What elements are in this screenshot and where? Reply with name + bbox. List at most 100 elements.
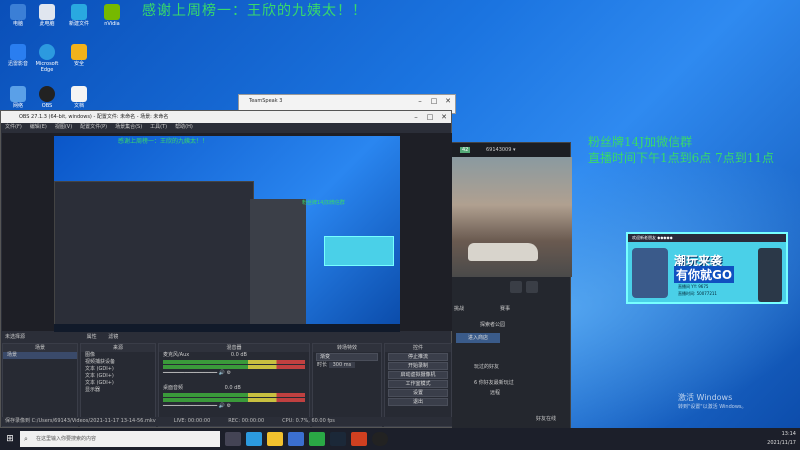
source-item[interactable]: 图像: [81, 352, 155, 359]
game-item: 6 你好友最新玩过: [474, 380, 514, 386]
search-icon: ⌕: [24, 435, 28, 443]
source-item[interactable]: 显示器: [81, 387, 155, 394]
mic-label: 麦克风/Aux: [163, 352, 190, 358]
filters-button[interactable]: 滤镜: [108, 334, 118, 340]
taskbar-search[interactable]: ⌕ 在这里输入你要搜索的内容: [20, 431, 220, 447]
minimize-icon[interactable]: –: [409, 111, 423, 123]
sources-dock: 来源 图像 视频捕获设备 文本 (GDI+) 文本 (GDI+) 文本 (GDI…: [80, 343, 156, 427]
scenes-header: 场景: [3, 344, 77, 352]
desktop-icon-label: 新建文件: [68, 21, 89, 27]
desktop-icon-label: nVidia: [104, 21, 120, 27]
level-badge: 42: [460, 147, 471, 153]
duration-label: 时长: [317, 362, 328, 368]
sources-header: 来源: [81, 344, 155, 352]
menu-file[interactable]: 文件(F): [5, 123, 22, 132]
duration-input[interactable]: 300 ms: [328, 362, 356, 368]
properties-button[interactable]: 属性: [87, 334, 97, 340]
star-icon[interactable]: [526, 281, 538, 293]
menu-profile[interactable]: 配置文件(P): [80, 123, 107, 132]
app-icon[interactable]: [351, 432, 367, 446]
obs-statusbar: 保存录像到 C:/Users/69143/Videos/2021-11-17 1…: [2, 417, 452, 426]
source-item[interactable]: 文本 (GDI+): [81, 373, 155, 380]
transitions-dock: 转场特效 渐变 时长 300 ms: [312, 343, 382, 427]
controls-dock: 控件 停止推流 开始录制 启动虚拟摄像机 工作室模式 设置 退出: [384, 343, 452, 427]
close-icon[interactable]: ✕: [441, 95, 455, 107]
menu-view[interactable]: 视图(V): [55, 123, 72, 132]
banner-top: 欢迎新老朋友 ◆◆◆◆◆: [628, 234, 786, 242]
start-recording-button[interactable]: 开始录制: [388, 362, 448, 370]
transition-select[interactable]: 渐变: [316, 353, 378, 361]
source-item[interactable]: 文本 (GDI+): [81, 366, 155, 373]
game-item[interactable]: 探索者公园: [480, 321, 505, 328]
source-item[interactable]: 文本 (GDI+): [81, 380, 155, 387]
nested-overlay-title: 感谢上周榜一：王欣的九姨太！！: [118, 138, 209, 145]
menu-edit[interactable]: 编辑(E): [30, 123, 47, 132]
minimize-icon[interactable]: –: [413, 95, 427, 107]
desktop-icon-label: 电脑: [12, 21, 23, 27]
overlay-side-line: 粉丝牌14J加微信群: [588, 135, 693, 149]
activate-windows: 激活 Windows 转到"设置"以激活 Windows。: [678, 392, 747, 410]
obs-icon[interactable]: [372, 432, 388, 446]
system-tray[interactable]: 13:14 2021/11/17: [767, 430, 796, 448]
rec-timer: REC: 00:00:00: [228, 418, 265, 424]
game-window[interactable]: 42 69143009 ▾ 挑战 赛事 探索者公园 进入商店 玩过的好友 6 你…: [449, 142, 572, 434]
maximize-icon[interactable]: □: [427, 95, 441, 107]
mic-meter: [163, 360, 305, 364]
duration-row: 时长 300 ms: [313, 362, 381, 369]
exit-button[interactable]: 退出: [388, 398, 448, 406]
studio-mode-button[interactable]: 工作室模式: [388, 380, 448, 388]
clock-time: 13:14: [781, 431, 796, 437]
overlay-title: 感谢上周榜一：王欣的九姨太！！: [142, 3, 367, 19]
desktop-icon-edge[interactable]: Microsoft Edge: [30, 44, 64, 73]
settings-icon[interactable]: [510, 281, 522, 293]
controls-header: 控件: [385, 344, 451, 352]
desktop-audio-label: 桌面音频: [163, 385, 184, 391]
nested-game: [250, 199, 306, 329]
activate-title: 激活 Windows: [678, 393, 733, 402]
task-view-icon[interactable]: [225, 432, 241, 446]
desktop-icon-label: 此电脑: [39, 21, 55, 27]
desktop-icon-security[interactable]: 安全: [62, 44, 96, 67]
scene-item[interactable]: 场景: [3, 352, 77, 359]
store-icon[interactable]: [288, 432, 304, 446]
obs-menubar: 文件(F) 编辑(E) 视图(V) 配置文件(P) 场景集合(S) 工具(T) …: [1, 123, 451, 132]
banner-line: 直播间 YY: 9675: [678, 284, 709, 289]
menu-scene-collection[interactable]: 场景集合(S): [115, 123, 142, 132]
desktop-icon-obs[interactable]: OBS: [30, 86, 64, 109]
explorer-icon[interactable]: [267, 432, 283, 446]
volume-slider[interactable]: ━━━━━━━━━━━━━━━━━━ 🔊 ⚙: [159, 370, 309, 377]
desktop-icon-this-pc[interactable]: 此电脑: [30, 4, 64, 27]
promo-banner: 欢迎新老朋友 ◆◆◆◆◆ 潮玩来袭 有你就GO 直播间 YY: 9675 直播时…: [626, 232, 788, 304]
virtual-camera-button[interactable]: 启动虚拟摄像机: [388, 371, 448, 379]
source-item[interactable]: 视频捕获设备: [81, 359, 155, 366]
store-button[interactable]: 进入商店: [456, 333, 500, 343]
live-timer: LIVE: 00:00:00: [173, 418, 211, 424]
no-source-label: 未选择源: [5, 334, 26, 340]
obs-preview[interactable]: 感谢上周榜一：王欣的九姨太！！ 粉丝牌14J加微信群: [2, 133, 452, 332]
maximize-icon[interactable]: □: [423, 111, 437, 123]
settings-button[interactable]: 设置: [388, 389, 448, 397]
mixer-dock: 混音器 麦克风/Aux 0.0 dB ━━━━━━━━━━━━━━━━━━ 🔊 …: [158, 343, 310, 427]
menu-tools[interactable]: 工具(T): [150, 123, 167, 132]
account-tab[interactable]: 69143009 ▾: [486, 147, 516, 153]
obs-window[interactable]: OBS 27.1.3 (64-bit, windows) - 配置文件: 未命名…: [0, 110, 452, 428]
stop-stream-button[interactable]: 停止推流: [388, 353, 448, 361]
nested-taskbar: [54, 324, 400, 332]
desktop-icon-nvidia[interactable]: nVidia: [95, 4, 129, 27]
desktop-icon-doc[interactable]: 文档: [62, 86, 96, 109]
taskbar: ⊞ ⌕ 在这里输入你要搜索的内容 13:14 2021/11/17: [0, 428, 800, 450]
close-icon[interactable]: ✕: [437, 111, 451, 123]
desktop-icon-label: Microsoft Edge: [35, 61, 59, 73]
game-item[interactable]: 赛事: [500, 305, 510, 312]
steam-icon[interactable]: [330, 432, 346, 446]
volume-slider[interactable]: ━━━━━━━━━━━━━━━━━━ 🔊 ⚙: [159, 403, 309, 410]
game-item[interactable]: 挑战: [454, 305, 464, 312]
game-item[interactable]: 好友在线: [536, 415, 556, 422]
desktop-icon-new-file[interactable]: 新建文件: [62, 4, 96, 27]
desktop-icon-label: 文档: [73, 103, 84, 109]
windows-start-icon[interactable]: ⊞: [0, 434, 20, 444]
activate-sub: 转到"设置"以激活 Windows。: [678, 404, 747, 410]
wechat-icon[interactable]: [309, 432, 325, 446]
edge-icon[interactable]: [246, 432, 262, 446]
menu-help[interactable]: 帮助(H): [175, 123, 193, 132]
